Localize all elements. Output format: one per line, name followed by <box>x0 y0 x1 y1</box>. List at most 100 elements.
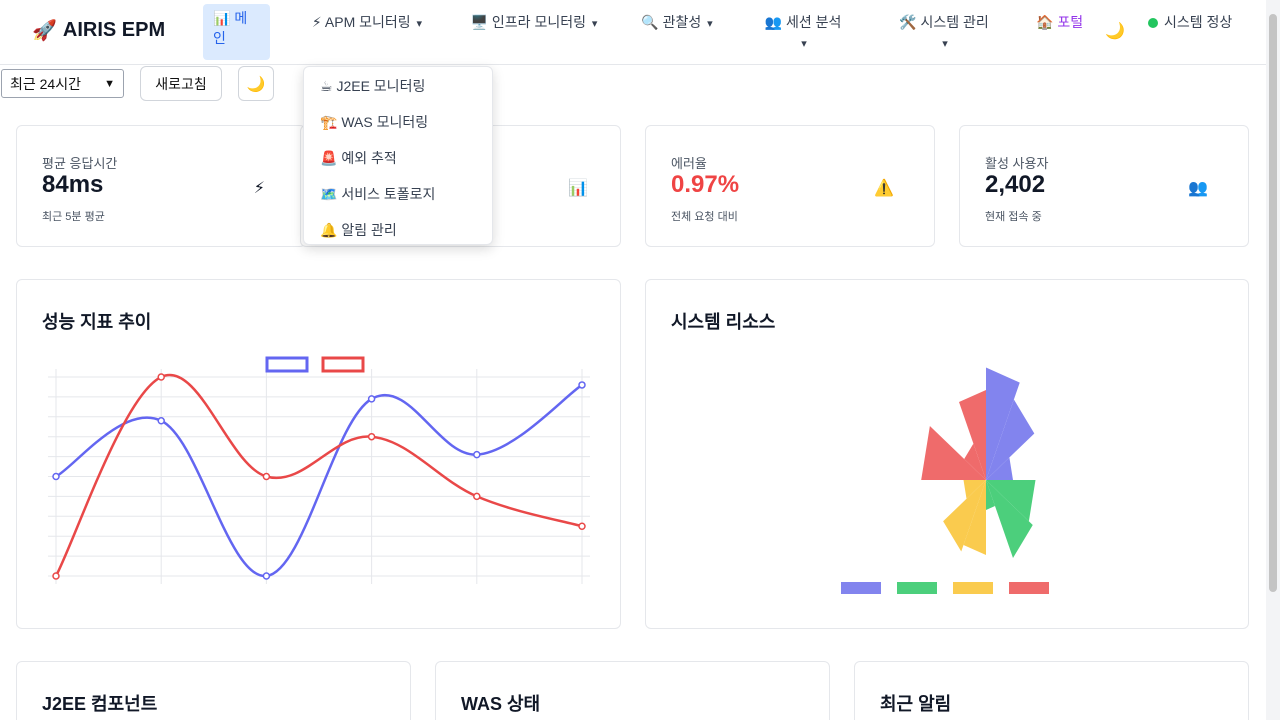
app-logo[interactable]: 🚀 AIRIS EPM <box>32 18 165 43</box>
home-icon: 🏠 <box>1036 14 1054 30</box>
data-point <box>52 572 60 580</box>
rocket-icon: 🚀 <box>32 20 57 42</box>
page-scrollbar[interactable] <box>1266 0 1280 720</box>
chevron-down-icon: ▾ <box>416 18 423 30</box>
data-point <box>367 395 376 403</box>
nav-system-label: 시스템 관리 <box>920 14 989 30</box>
recent-alerts-title: 최근 알림 <box>880 694 952 714</box>
nav-session[interactable]: 👥 세션 분석 ▾ <box>763 12 843 54</box>
menu-item-service-topology[interactable]: 🗺️ 서비스 토폴로지 <box>320 184 435 204</box>
data-point <box>578 522 586 530</box>
time-range-select[interactable]: 최근 24시간 ▼ <box>1 69 124 98</box>
menu-item-label: 알림 관리 <box>341 222 397 238</box>
kpi-label: 에러율 <box>671 156 707 171</box>
kpi-subtext: 최근 5분 평균 <box>42 211 105 223</box>
menu-item-label: J2EE 모니터링 <box>336 78 426 94</box>
nav-infra-label: 인프라 모니터링 <box>491 14 586 30</box>
monitor-icon: 🖥️ <box>470 14 489 30</box>
series-line <box>55 383 583 578</box>
tools-icon: 🛠️ <box>899 14 917 30</box>
siren-icon: 🚨 <box>320 150 338 166</box>
menu-item-was[interactable]: 🏗️ WAS 모니터링 <box>320 112 428 132</box>
nav-system[interactable]: 🛠️ 시스템 관리 ▾ <box>897 12 991 54</box>
resources-polar-chart <box>841 367 1049 594</box>
performance-line-chart <box>48 356 590 584</box>
chevron-down-icon: ▾ <box>801 38 807 50</box>
apm-dropdown-menu: ☕ J2EE 모니터링 🏗️ WAS 모니터링 🚨 예외 추적 🗺️ 서비스 토… <box>303 66 493 245</box>
system-status: 시스템 정상 <box>1148 12 1248 32</box>
nav-portal-label: 포털 <box>1057 14 1084 30</box>
kpi-label: 활성 사용자 <box>985 156 1049 171</box>
legend-swatch <box>265 356 309 373</box>
kpi-card-active-users: 활성 사용자 2,402 현재 접속 중 👥 <box>959 125 1249 247</box>
kpi-card-response-time: 평균 응답시간 84ms 최근 5분 평균 ⚡ <box>16 125 306 247</box>
bar-chart-icon: 📊 <box>568 180 588 197</box>
theme-toggle-button[interactable]: 🌙 <box>238 66 274 101</box>
lightning-icon: ⚡ <box>311 14 322 30</box>
menu-item-alert-management[interactable]: 🔔 알림 관리 <box>320 220 397 240</box>
performance-chart-title: 성능 지표 추이 <box>42 312 152 332</box>
data-point <box>157 417 165 425</box>
building-icon: 🏗️ <box>320 114 338 130</box>
nav-session-label: 세션 분석 <box>785 14 842 30</box>
kpi-label: 평균 응답시간 <box>42 156 118 171</box>
recent-alerts-card: 최근 알림 <box>854 661 1249 720</box>
legend-swatch <box>897 582 937 594</box>
legend-swatch <box>1009 582 1049 594</box>
series-line <box>54 373 583 577</box>
was-status-title: WAS 상태 <box>461 694 541 714</box>
menu-item-label: 서비스 토폴로지 <box>341 186 436 202</box>
warning-icon: ⚠️ <box>874 180 894 197</box>
chevron-down-icon: ▾ <box>591 18 598 30</box>
kpi-value: 2,402 <box>985 171 1046 198</box>
system-status-text: 시스템 정상 <box>1164 14 1233 30</box>
coffee-icon: ☕ <box>320 78 333 94</box>
data-point <box>367 432 376 441</box>
menu-item-label: WAS 모니터링 <box>341 114 429 130</box>
nav-apm-label: APM 모니터링 <box>324 14 411 30</box>
nav-apm[interactable]: ⚡ APM 모니터링 ▾ <box>308 12 426 34</box>
chevron-down-icon: ▼ <box>104 77 115 90</box>
users-icon: 👥 <box>1188 180 1208 197</box>
legend-swatch <box>321 356 365 373</box>
magnifier-icon: 🔍 <box>641 14 659 30</box>
chevron-down-icon: ▾ <box>707 18 713 30</box>
performance-chart-card: 성능 지표 추이 <box>16 279 621 629</box>
users-icon: 👥 <box>764 14 783 30</box>
chevron-down-icon: ▾ <box>942 38 948 50</box>
nav-portal[interactable]: 🏠 포털 <box>1036 12 1084 32</box>
chart-icon: 📊 <box>213 10 231 26</box>
kpi-value: 0.97% <box>671 171 740 198</box>
nav-observability-label: 관찰성 <box>662 14 702 30</box>
nav-observability[interactable]: 🔍 관찰성 ▾ <box>641 12 713 34</box>
kpi-value: 84ms <box>42 171 104 198</box>
nav-main[interactable]: 📊 메인 <box>203 4 270 60</box>
kpi-subtext: 현재 접속 중 <box>985 211 1042 223</box>
lightning-icon: ⚡ <box>253 180 265 197</box>
data-point <box>262 472 271 481</box>
j2ee-components-card: J2EE 컴포넌트 <box>16 661 411 720</box>
menu-item-exception-tracking[interactable]: 🚨 예외 추적 <box>320 148 397 168</box>
theme-toggle-moon-icon[interactable]: 🌙 <box>1105 22 1125 42</box>
data-point <box>473 450 481 459</box>
map-icon: 🗺️ <box>320 186 338 202</box>
top-navigation-bar: 🚀 AIRIS EPM 📊 메인 ⚡ APM 모니터링 ▾ 🖥️ 인프라 모니터… <box>0 0 1266 65</box>
refresh-button[interactable]: 새로고침 <box>140 66 222 101</box>
data-point <box>52 472 60 481</box>
data-point <box>262 572 271 580</box>
data-point <box>157 373 165 381</box>
resources-chart-card: 시스템 리소스 <box>645 279 1249 629</box>
scrollbar-thumb[interactable] <box>1269 14 1277 592</box>
bell-icon: 🔔 <box>320 222 338 238</box>
status-dot <box>1148 18 1158 29</box>
j2ee-components-title: J2EE 컴포넌트 <box>42 694 158 714</box>
menu-item-label: 예외 추적 <box>341 150 397 166</box>
time-range-value: 최근 24시간 <box>10 75 81 92</box>
menu-item-j2ee[interactable]: ☕ J2EE 모니터링 <box>320 76 425 96</box>
nav-infra[interactable]: 🖥️ 인프라 모니터링 ▾ <box>470 12 598 34</box>
data-point <box>473 492 481 501</box>
kpi-card-error-rate: 에러율 0.97% 전체 요청 대비 ⚠️ <box>645 125 935 247</box>
kpi-subtext: 전체 요청 대비 <box>671 211 738 223</box>
app-title: AIRIS EPM <box>62 19 166 41</box>
legend-swatch <box>841 582 881 594</box>
